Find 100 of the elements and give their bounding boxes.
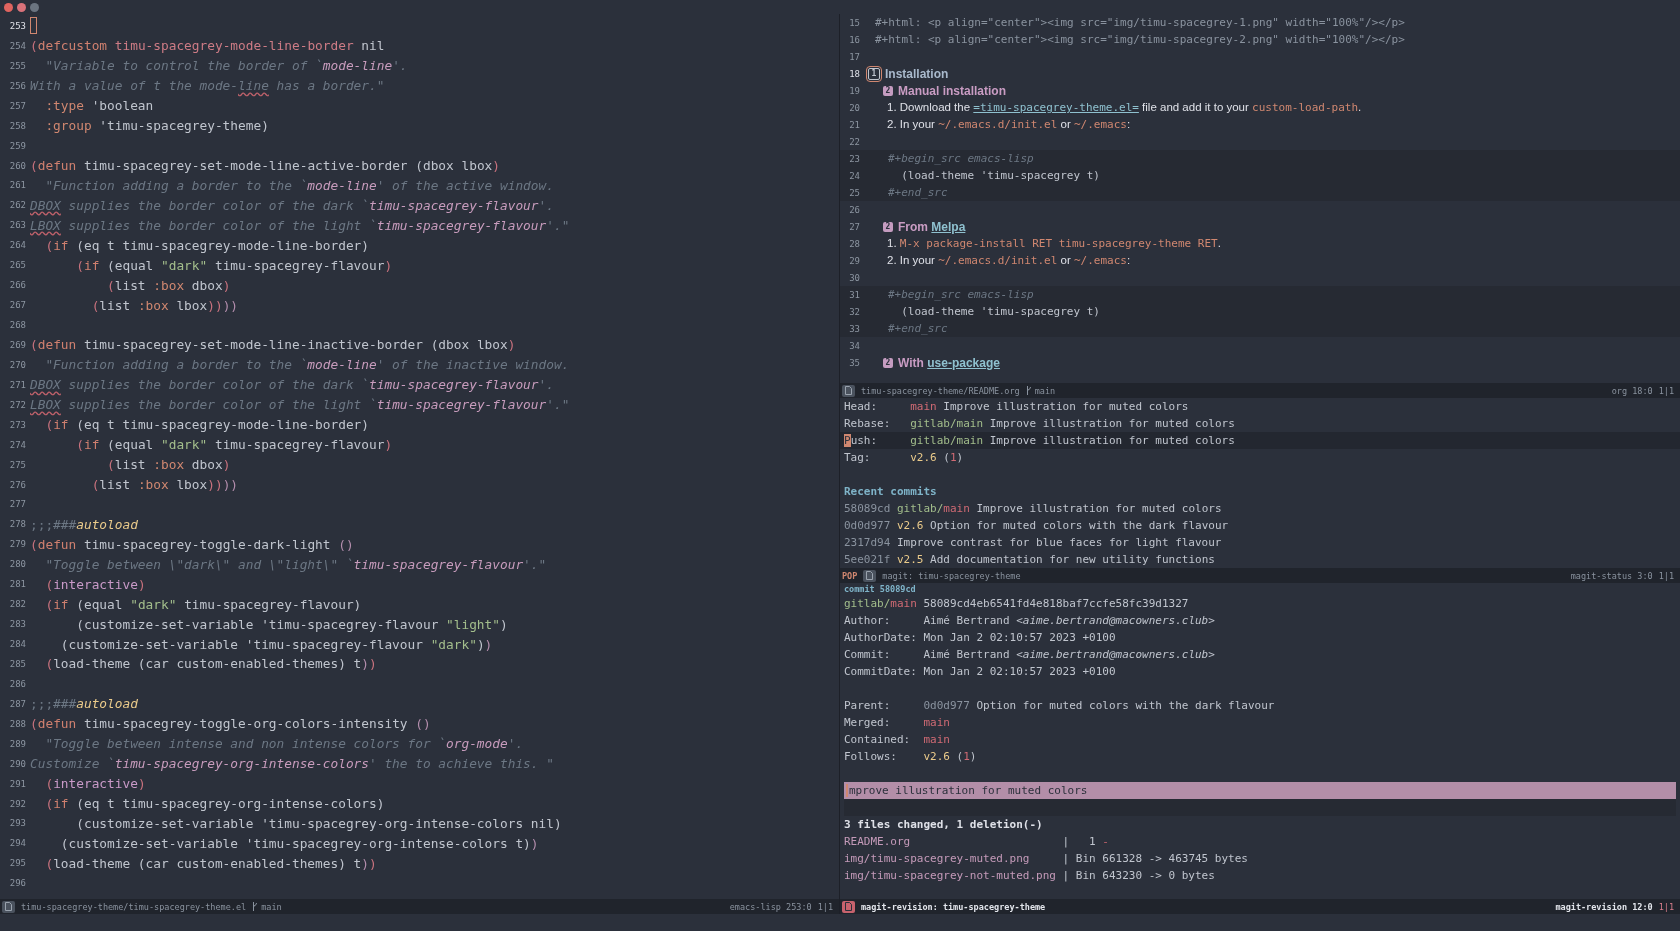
line-number: 260 [8,160,27,171]
line-number: 295 [8,858,27,869]
line-number: 27 [848,221,861,232]
line-number: 29 [848,255,861,266]
line-number: 255 [8,60,27,71]
line-number: 23 [848,153,861,164]
code-line: ;;;###autoload [30,696,138,712]
code-line: (defun timu-spacegrey-set-mode-line-inactive-border (dbox lbox) [30,337,516,353]
code-line: (defun timu-spacegrey-toggle-org-colors-intensity () [30,716,431,732]
popup-tag: POP [842,570,858,581]
org-heading: Installation [885,66,949,81]
magit-line: img/timu-spacegrey-not-muted.png | Bin 643230 -> 0 bytes [844,869,1215,882]
line-number: 286 [8,678,27,689]
buffer-name: magit-revision: timu-spacegrey-theme [861,901,1046,912]
line-number: 266 [8,280,27,291]
header-line: commit 58089cd [844,583,916,595]
line-number: 263 [8,220,27,231]
git-branch-icon [252,902,259,911]
code-line: (if (equal "dark" timu-spacegrey-flavour) [75,257,393,273]
magit-line: README.org | 1 - [844,835,1109,848]
org-line: (load-theme 'timu-spacegrey t) [900,169,1100,182]
org-line: #+end_src [888,186,948,199]
magit-line: Author: Aimé Bertrand <aime.bertrand@macowners.club> [844,614,1215,627]
major-mode-position: org 18:0 [1611,385,1653,396]
line-number: 259 [8,140,27,151]
line-number: 25 [848,187,861,198]
line-number: 262 [8,200,27,211]
line-number: 270 [8,359,27,370]
line-number: 292 [8,798,27,809]
line-number: 31 [848,289,861,300]
code-line: (defun timu-spacegrey-toggle-dark-light () [30,536,354,552]
org-line: 2. In your ~/.emacs.d/init.el or ~/.emacs: [887,254,1131,267]
code-line: (list :box dbox) [106,277,231,293]
line-number: 19 [848,85,861,96]
code-line: (if (eq t timu-spacegrey-org-intense-colors) [44,796,385,812]
code-line: (defcustom timu-spacegrey-mode-line-border nil [30,38,385,54]
minimize-button[interactable] [17,2,26,12]
code-line: "Toggle between intense and non intense colors for `org-mode'. [44,736,524,752]
line-number: 267 [8,300,27,311]
magit-line: Parent: 0d0d977 Option for muted colors with the dark flavour [844,699,1275,712]
heading-level-badge: 2 [883,221,893,232]
code-line: (customize-set-variable 'timu-spacegrey-flavour "light") [75,616,508,632]
code-line: :group 'timu-spacegrey-theme) [44,118,269,134]
code-line: "Function adding a border to the `mode-line' of the inactive window. [44,357,570,373]
magit-line: CommitDate: Mon Jan 2 02:10:57 2023 +0100 [844,665,1116,678]
line-number: 254 [8,40,27,51]
branch-name: main [261,901,282,912]
magit-line: Recent commits [844,485,937,498]
org-line: #+html: <p align="center"><img src="img/timu-spacegrey-2.png" width="100%"/></p> [875,33,1405,46]
line-number: 22 [848,136,861,147]
line-number: 290 [8,758,27,769]
line-number: 30 [848,272,861,283]
line-number: 273 [8,419,27,430]
code-line: ;;;###autoload [30,516,138,532]
buffer-name: magit: timu-spacegrey-theme [882,570,1021,581]
code-line: "Toggle between \"dark\" and \"light\" `timu-spacegrey-flavour'." [44,556,547,572]
line-number: 287 [8,698,27,709]
line-number: 277 [8,499,27,510]
magit-line: AuthorDate: Mon Jan 2 02:10:57 2023 +0100 [844,631,1116,644]
line-number: 35 [848,357,861,368]
magit-line: Rebase: gitlab/main Improve illustration for muted colors [844,417,1235,430]
line-number: 17 [848,51,861,62]
magit-line: 58089cd gitlab/main Improve illustration for muted colors [844,502,1222,515]
line-number: 291 [8,778,27,789]
line-number: 256 [8,80,27,91]
org-line: #+begin_src emacs-lisp [888,288,1034,301]
magit-line: 3 files changed, 1 deletion(-) [844,818,1043,831]
magit-line: Commit: Aimé Bertrand <aime.bertrand@macowners.club> [844,648,1215,661]
zoom-button[interactable] [30,2,39,12]
code-line: With a value of t the mode-line has a border." [30,78,385,94]
line-number: 276 [8,479,27,490]
org-heading: With use-package [898,355,1000,370]
buffer-name: timu-spacegrey-theme/timu-spacegrey-theme.el [21,901,247,912]
code-line: Customize `timu-spacegrey-org-intense-colors' the to achieve this. " [30,756,554,772]
code-line: (list :box dbox) [106,457,231,473]
code-line: DBOX supplies the border color of the dark `timu-spacegrey-flavour'. [30,197,554,213]
org-line: #+begin_src emacs-lisp [888,152,1034,165]
close-button[interactable] [4,2,13,12]
code-line: DBOX supplies the border color of the dark `timu-spacegrey-flavour'. [30,377,554,393]
org-heading: From Melpa [898,219,966,234]
code-line: "Function adding a border to the `mode-line' of the active window. [44,177,554,193]
line-number: 21 [848,119,861,130]
heading-level-badge: 1 [868,67,880,80]
line-number: 288 [8,718,27,729]
line-number: 283 [8,619,27,630]
org-line: #+html: <p align="center"><img src="img/timu-spacegrey-1.png" width="100%"/></p> [875,16,1405,29]
line-number: 32 [848,306,861,317]
line-number: 278 [8,519,27,530]
line-number: 34 [848,340,861,351]
line-number: 269 [8,339,27,350]
line-number: 272 [8,399,27,410]
line-number: 284 [8,639,27,650]
line-number: 296 [8,878,27,889]
line-number: 26 [848,204,861,215]
line-number: 293 [8,818,27,829]
branch-name: main [1034,385,1056,396]
magit-line: gitlab/main 58089cd4eb6541fd4e818baf7ccfe58fc39d1327 [844,597,1189,610]
line-number: 16 [848,34,861,45]
code-line: "Variable to control the border of `mode-line'. [44,58,408,74]
git-branch-icon [1025,386,1032,395]
